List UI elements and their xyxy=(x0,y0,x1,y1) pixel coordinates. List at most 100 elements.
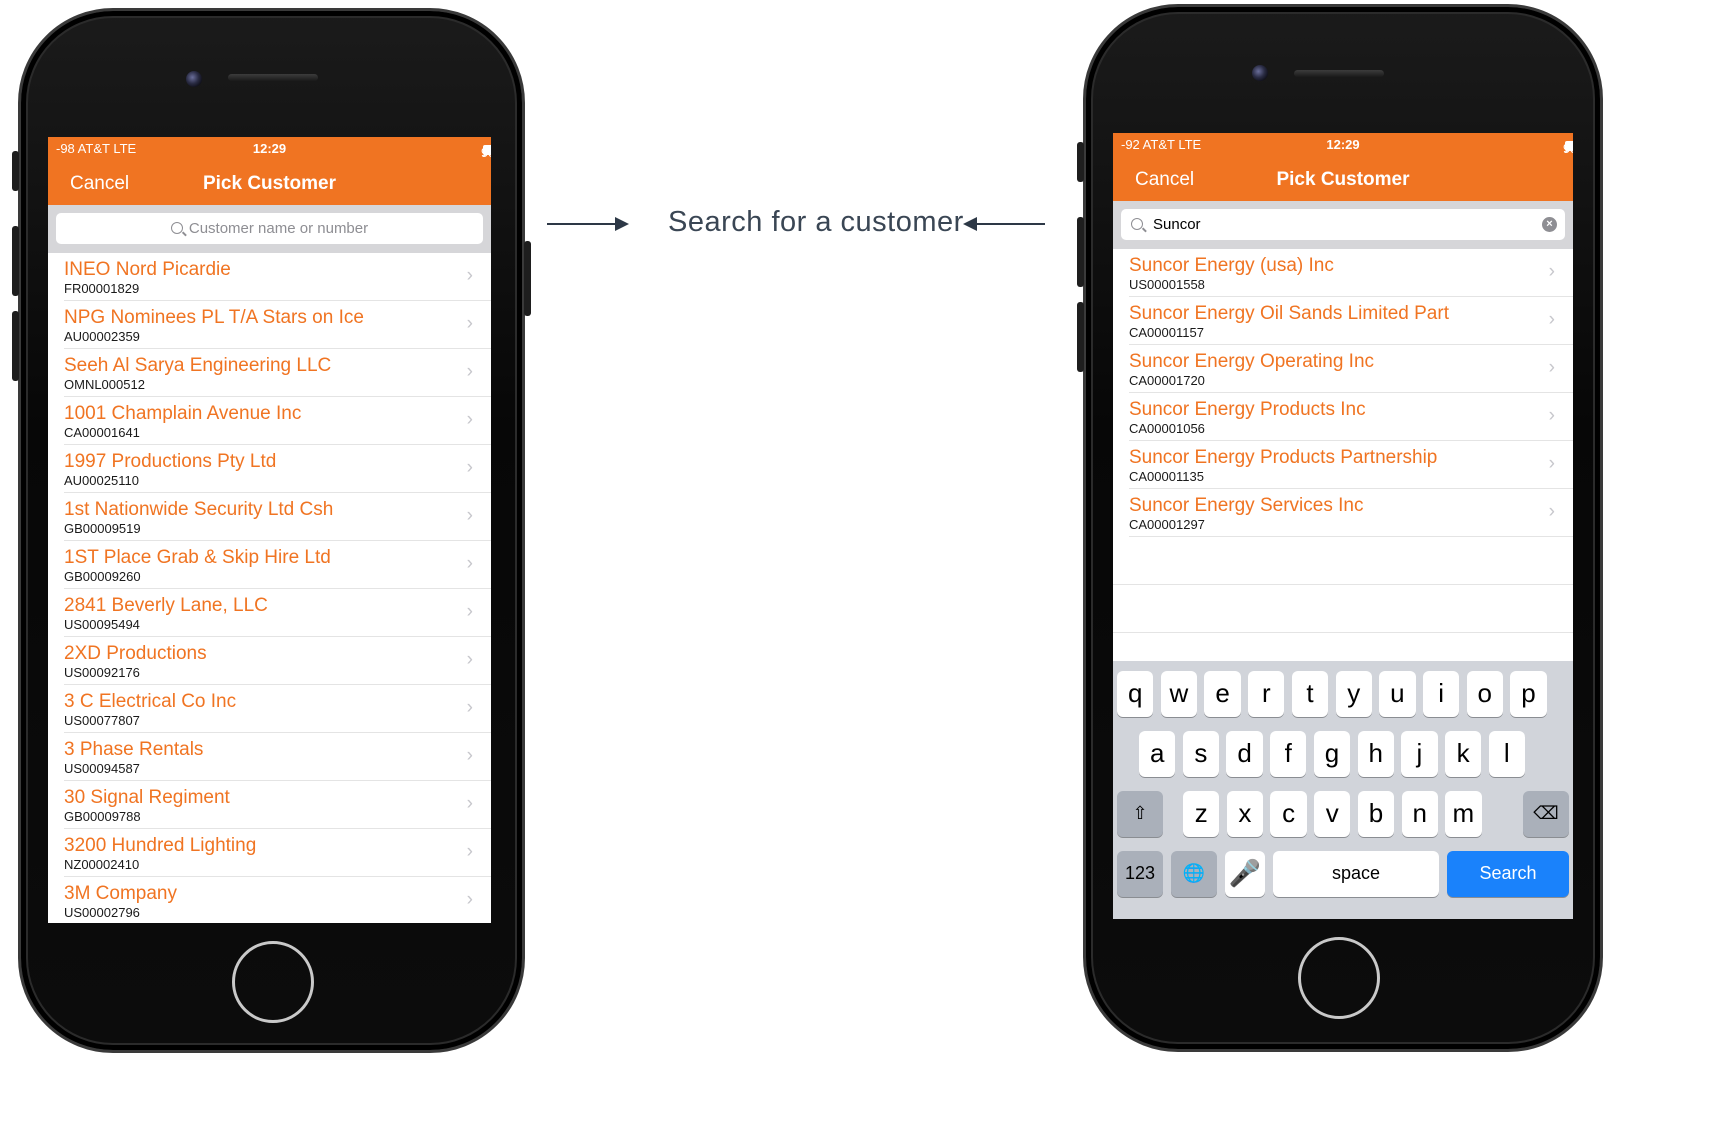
microphone-key-icon[interactable]: 🎤 xyxy=(1225,851,1265,897)
customer-row[interactable]: Suncor Energy Products Partnership CA0000… xyxy=(1129,441,1573,489)
customer-name: 3 C Electrical Co Inc xyxy=(64,691,237,712)
chevron-right-icon: › xyxy=(1548,453,1555,474)
customer-row[interactable]: Suncor Energy Oil Sands Limited Part CA00… xyxy=(1129,297,1573,345)
customer-number: FR00001829 xyxy=(64,281,140,296)
chevron-right-icon: › xyxy=(466,793,473,814)
key-r[interactable]: r xyxy=(1248,671,1285,717)
camera-icon xyxy=(186,71,202,87)
customer-number: CA00001641 xyxy=(64,425,140,440)
arrow-left-icon xyxy=(963,217,1045,231)
speaker-grille xyxy=(1294,70,1384,77)
customer-row[interactable]: 2841 Beverly Lane, LLC US00095494 › xyxy=(64,589,491,637)
chevron-right-icon: › xyxy=(1548,309,1555,330)
customer-number: AU00025110 xyxy=(64,473,139,488)
key-u[interactable]: u xyxy=(1379,671,1416,717)
customer-row[interactable]: 30 Signal Regiment GB00009788 › xyxy=(64,781,491,829)
key-m[interactable]: m xyxy=(1445,791,1482,837)
customer-row[interactable]: 1997 Productions Pty Ltd AU00025110 › xyxy=(64,445,491,493)
customer-row[interactable]: 1st Nationwide Security Ltd Csh GB0000951… xyxy=(64,493,491,541)
volume-button xyxy=(12,151,19,191)
key-d[interactable]: d xyxy=(1226,731,1263,777)
key-w[interactable]: w xyxy=(1160,671,1198,717)
volume-button xyxy=(1077,302,1084,372)
customer-name: 3M Company xyxy=(64,883,177,904)
chevron-right-icon: › xyxy=(466,841,473,862)
delete-key-icon[interactable]: ⌫ xyxy=(1523,791,1569,837)
customer-name: 1ST Place Grab & Skip Hire Ltd xyxy=(64,547,331,568)
key-k[interactable]: k xyxy=(1444,731,1482,777)
key-i[interactable]: i xyxy=(1422,671,1460,717)
chevron-right-icon: › xyxy=(466,601,473,622)
chevron-right-icon: › xyxy=(1548,501,1555,522)
search-icon xyxy=(1131,218,1143,230)
left-screen: -98 AT&T LTE 12:29 ➤ 93% Cancel Pick Cus… xyxy=(48,137,491,923)
customer-number: GB00009788 xyxy=(64,809,141,824)
customer-number: US00001558 xyxy=(1129,277,1205,292)
key-q[interactable]: q xyxy=(1117,671,1154,717)
key-a[interactable]: a xyxy=(1139,731,1176,777)
search-bar: Customer name or number xyxy=(48,205,491,253)
side-button xyxy=(524,241,531,316)
chevron-right-icon: › xyxy=(466,361,473,382)
key-l[interactable]: l xyxy=(1488,731,1525,777)
customer-row[interactable]: 3 Phase Rentals US00094587 › xyxy=(64,733,491,781)
globe-key-icon[interactable]: 🌐 xyxy=(1171,851,1217,897)
key-p[interactable]: p xyxy=(1510,671,1547,717)
customer-row[interactable]: Seeh Al Sarya Engineering LLC OMNL000512 › xyxy=(64,349,491,397)
customer-row[interactable]: Suncor Energy Services Inc CA00001297 › xyxy=(1129,489,1573,537)
customer-name: Suncor Energy Operating Inc xyxy=(1129,351,1375,372)
customer-number: OMNL000512 xyxy=(64,377,145,392)
key-z[interactable]: z xyxy=(1183,791,1220,837)
volume-button xyxy=(12,311,19,381)
camera-icon xyxy=(1252,65,1268,81)
key-x[interactable]: x xyxy=(1226,791,1264,837)
home-button[interactable] xyxy=(1298,937,1380,1019)
space-key[interactable]: space xyxy=(1273,851,1439,897)
customer-row[interactable]: INEO Nord Picardie FR00001829 › xyxy=(64,253,491,301)
customer-row[interactable]: 3 C Electrical Co Inc US00077807 › xyxy=(64,685,491,733)
customer-row[interactable]: Suncor Energy Products Inc CA00001056 › xyxy=(1129,393,1573,441)
search-input[interactable]: Customer name or number xyxy=(56,213,483,244)
key-s[interactable]: s xyxy=(1182,731,1220,777)
key-t[interactable]: t xyxy=(1291,671,1329,717)
key-y[interactable]: y xyxy=(1335,671,1372,717)
key-o[interactable]: o xyxy=(1466,671,1503,717)
customer-row[interactable]: Suncor Energy (usa) Inc US00001558 › xyxy=(1129,249,1573,297)
customer-row[interactable]: 1ST Place Grab & Skip Hire Ltd GB00009260… xyxy=(64,541,491,589)
customer-number: US00094587 xyxy=(64,761,140,776)
key-n[interactable]: n xyxy=(1401,791,1438,837)
customer-number: CA00001720 xyxy=(1129,373,1205,388)
battery-icon xyxy=(1565,141,1573,151)
key-c[interactable]: c xyxy=(1270,791,1307,837)
key-h[interactable]: h xyxy=(1357,731,1394,777)
customer-row[interactable]: 3200 Hundred Lighting NZ00002410 › xyxy=(64,829,491,877)
customer-row[interactable]: Suncor Energy Operating Inc CA00001720 › xyxy=(1129,345,1573,393)
chevron-right-icon: › xyxy=(466,457,473,478)
customer-row[interactable]: 1001 Champlain Avenue Inc CA00001641 › xyxy=(64,397,491,445)
chevron-right-icon: › xyxy=(466,505,473,526)
key-g[interactable]: g xyxy=(1313,731,1351,777)
customer-row[interactable]: NPG Nominees PL T/A Stars on Ice AU000023… xyxy=(64,301,491,349)
customer-name: Suncor Energy Products Partnership xyxy=(1129,447,1438,468)
search-input[interactable]: Suncor × xyxy=(1121,209,1565,240)
clear-icon[interactable]: × xyxy=(1542,217,1557,232)
customer-number: US00092176 xyxy=(64,665,140,680)
customer-row[interactable]: 3M Company US00002796 › xyxy=(64,877,491,923)
customer-number: CA00001157 xyxy=(1129,325,1204,340)
search-bar: Suncor × xyxy=(1113,201,1573,249)
key-f[interactable]: f xyxy=(1270,731,1307,777)
key-j[interactable]: j xyxy=(1401,731,1438,777)
arrow-right-icon xyxy=(547,217,629,231)
chevron-right-icon: › xyxy=(1548,357,1555,378)
key-v[interactable]: v xyxy=(1314,791,1351,837)
customer-row[interactable]: 2XD Productions US00092176 › xyxy=(64,637,491,685)
shift-key-icon[interactable]: ⇧ xyxy=(1117,791,1163,837)
key-b[interactable]: b xyxy=(1357,791,1395,837)
customer-name: Suncor Energy (usa) Inc xyxy=(1129,255,1334,276)
home-button[interactable] xyxy=(232,941,314,1023)
customer-name: 1st Nationwide Security Ltd Csh xyxy=(64,499,334,520)
empty-row xyxy=(1113,585,1573,633)
search-key[interactable]: Search xyxy=(1447,851,1569,897)
key-e[interactable]: e xyxy=(1204,671,1241,717)
numbers-key[interactable]: 123 xyxy=(1117,851,1163,897)
